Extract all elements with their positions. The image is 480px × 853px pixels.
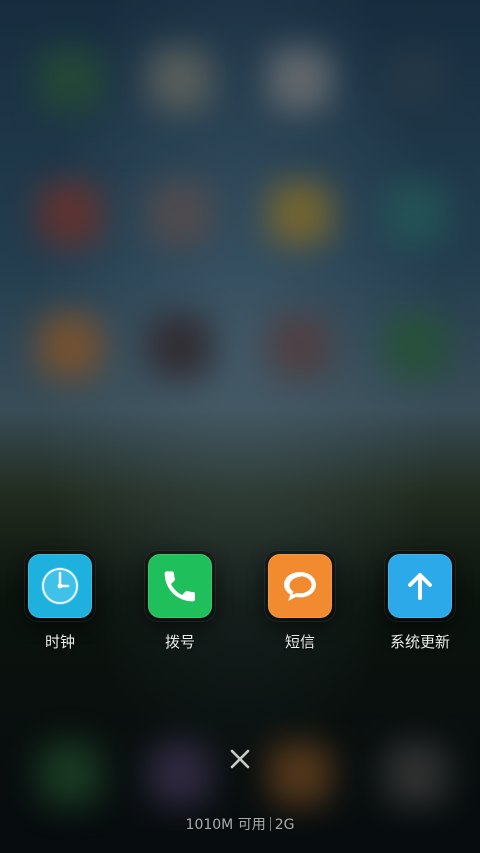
app-label: 时钟 — [44, 633, 75, 651]
memory-total: 2G — [274, 817, 295, 833]
clock-icon — [28, 554, 92, 618]
arrow-up-icon — [388, 554, 452, 618]
recent-app-clock[interactable]: 时钟 — [0, 550, 120, 651]
memory-available: 1010M 可用 — [185, 817, 266, 833]
app-icon-frame — [264, 550, 336, 622]
recent-app-dialer[interactable]: 拨号 — [120, 550, 240, 651]
app-icon-frame — [144, 550, 216, 622]
recent-app-system-update[interactable]: 系统更新 — [360, 550, 480, 651]
dim-overlay — [0, 0, 480, 853]
app-label: 拨号 — [164, 633, 195, 651]
recent-apps-screen: { "recent_apps": [ {"id": "clock", "labe… — [0, 0, 480, 853]
close-icon — [230, 749, 250, 769]
recent-app-messages[interactable]: 短信 — [240, 550, 360, 651]
recent-apps-row: 时钟 拨号 短信 系统更新 — [0, 550, 480, 660]
close-recents-button[interactable] — [225, 744, 255, 774]
app-label: 短信 — [284, 633, 315, 651]
app-icon-frame — [384, 550, 456, 622]
blurred-wallpaper — [0, 0, 480, 853]
app-label: 系统更新 — [389, 633, 450, 651]
phone-icon — [148, 554, 212, 618]
divider — [269, 817, 271, 831]
chat-bubble-icon — [268, 554, 332, 618]
memory-status: 1010M 可用 2G — [0, 816, 480, 834]
app-icon-frame — [24, 550, 96, 622]
